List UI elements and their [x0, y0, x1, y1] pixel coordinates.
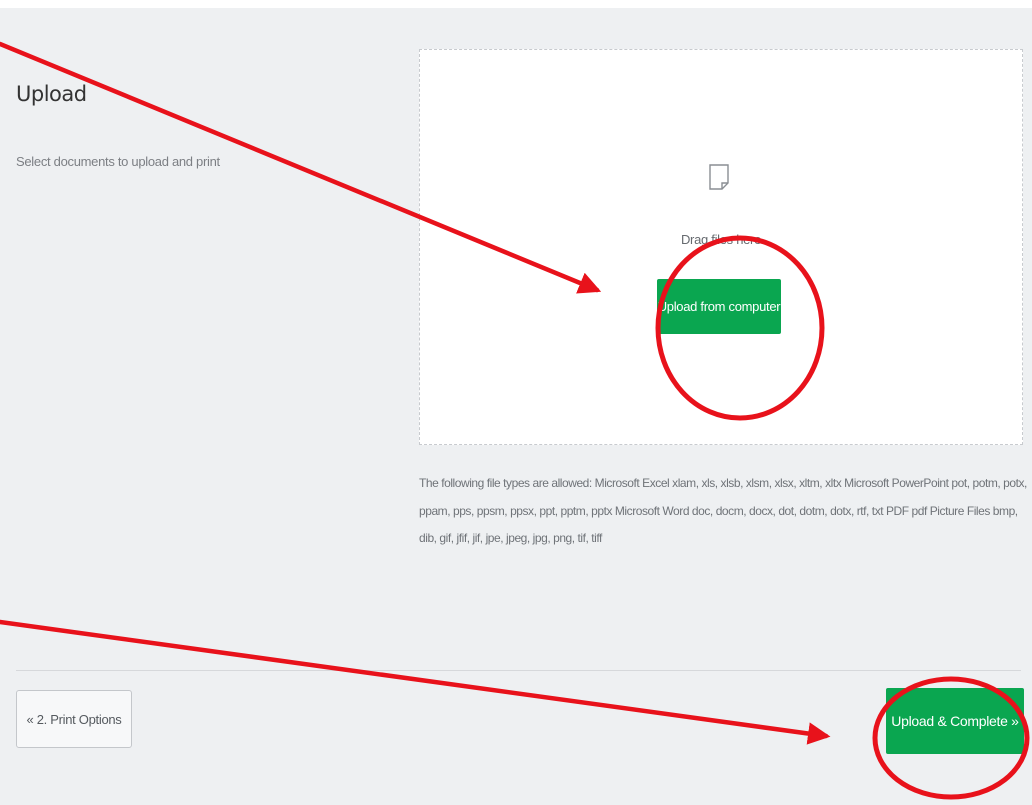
section-title: Upload	[16, 82, 87, 106]
upload-and-complete-button[interactable]: Upload & Complete »	[886, 688, 1024, 754]
footer-divider	[16, 670, 1021, 671]
allowed-file-types-note: The following file types are allowed: Mi…	[419, 476, 1027, 545]
file-dropzone[interactable]: Drag files here Upload from computer	[419, 49, 1023, 445]
back-to-print-options-button[interactable]: « 2. Print Options	[16, 690, 132, 748]
drag-files-text: Drag files here	[680, 232, 762, 247]
section-subtitle: Select documents to upload and print	[16, 154, 220, 169]
upload-from-computer-button[interactable]: Upload from computer	[657, 279, 781, 334]
document-icon	[709, 164, 729, 190]
